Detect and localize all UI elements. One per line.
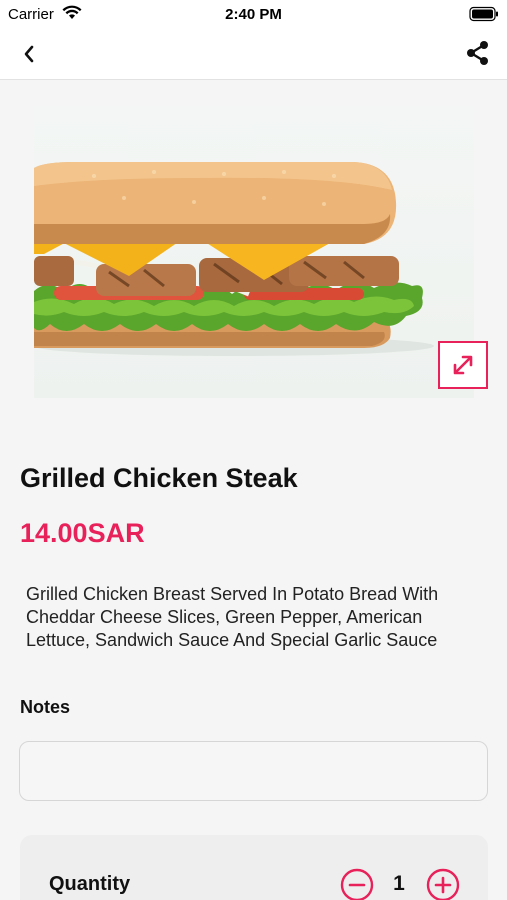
back-button[interactable]: [14, 40, 44, 68]
plus-circle-icon: [426, 868, 460, 900]
quantity-value: 1: [393, 872, 405, 895]
navigation-bar: [0, 28, 507, 80]
increase-quantity-button[interactable]: [426, 868, 460, 900]
product-title: Grilled Chicken Steak: [20, 463, 298, 493]
share-icon: [467, 41, 488, 65]
notes-input[interactable]: [19, 741, 488, 801]
minus-circle-icon: [340, 868, 374, 900]
notes-label: Notes: [20, 697, 71, 717]
decrease-quantity-button[interactable]: [340, 868, 374, 900]
quantity-card: Quantity 1: [20, 835, 488, 900]
status-bar: Carrier 2:40 PM: [0, 0, 507, 28]
chevron-left-icon: [24, 45, 34, 63]
expand-image-button[interactable]: [438, 341, 488, 389]
product-price: 14.00SAR: [20, 518, 145, 548]
share-button[interactable]: [463, 38, 493, 68]
expand-icon: [453, 355, 473, 375]
product-image[interactable]: [34, 106, 474, 398]
product-description: Grilled Chicken Breast Served In Potato …: [26, 584, 439, 650]
battery-icon: [469, 6, 499, 26]
quantity-label: Quantity: [49, 873, 131, 895]
sandwich-illustration: [34, 162, 434, 356]
status-time: 2:40 PM: [225, 6, 282, 23]
